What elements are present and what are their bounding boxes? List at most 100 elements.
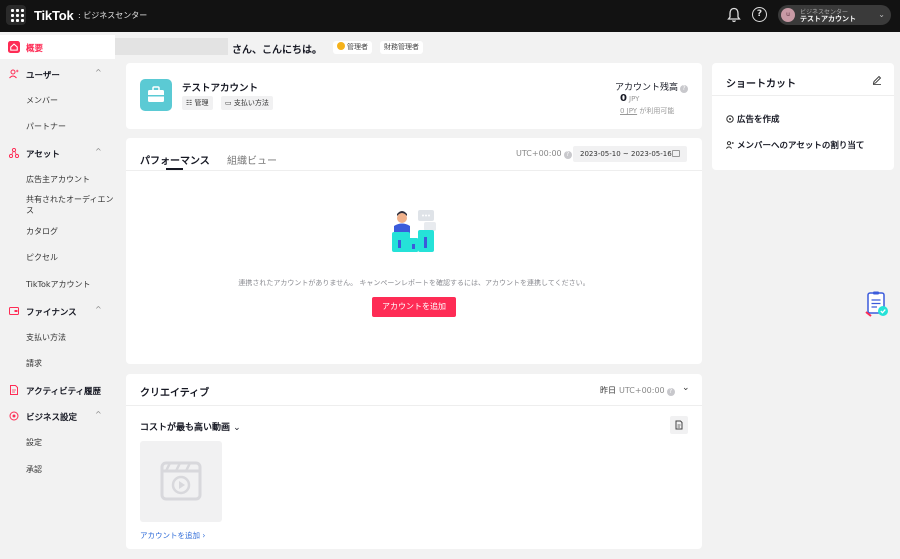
manage-button-label: 管理 [194,99,209,107]
sidebar-item-label: 概要 [26,44,44,54]
date-range-picker[interactable]: 2023-05-10 ~ 2023-05-16 [573,146,687,162]
sidebar-item-users[interactable]: ユーザー ^ [0,62,115,86]
avatar: u [781,8,795,22]
creative-title: クリエイティブ [140,388,210,399]
add-account-button[interactable]: アカウントを追加 [372,297,456,317]
sidebar-item-settings[interactable]: 設定 [26,437,42,448]
video-icon [160,461,202,501]
timezone-text: UTC+00:00 [516,149,562,158]
sidebar-item-ad-accounts[interactable]: 広告主アカウント [26,174,90,185]
sidebar-item-finance[interactable]: ファイナンス ^ [0,299,115,323]
sidebar-item-members[interactable]: メンバー [26,95,58,106]
assets-icon [9,148,19,158]
help-icon[interactable]: ? [680,85,688,93]
sidebar-item-label: アクティビティ履歴 [26,387,102,397]
list-icon: ☷ [186,99,193,107]
period-label: 昨日 [600,386,616,395]
edit-icon[interactable] [872,75,882,85]
divider [126,405,702,406]
shortcut-assign-assets[interactable]: メンバーへのアセットの割り当て [725,139,865,151]
sidebar-item-assets[interactable]: アセット ^ [0,141,115,165]
greeting-name-placeholder [115,38,228,55]
sidebar-item-catalogs[interactable]: カタログ [26,226,58,237]
users-icon [9,69,19,79]
crown-icon [337,42,345,50]
sidebar-item-label: ビジネス設定 [26,413,78,423]
wallet-icon [9,307,19,315]
payment-button-label: 支払い方法 [233,99,269,107]
chevron-down-icon: ⌄ [233,423,241,433]
creative-card: クリエイティブ 昨日 UTC+00:00? ⌄ コストが最も高い動画 ⌄ アカウン… [126,374,702,549]
sidebar-item-invoices[interactable]: 請求 [26,358,42,369]
sidebar-item-partners[interactable]: パートナー [26,121,66,132]
tiktok-logo[interactable]: TikTok [34,8,74,23]
empty-state-illustration [392,210,436,252]
greeting-text: さん、こんにちは。 [232,45,322,56]
logo-subtitle: : ビジネスセンター [78,11,148,20]
sidebar-item-label: ファイナンス [26,308,77,318]
account-switcher[interactable]: u ビジネスセンター テストアカウント ⌄ [778,5,891,25]
shortcut-card: ショートカット 広告を作成 メンバーへのアセットの割り当て [712,63,894,170]
balance-label-text: アカウント残高 [614,83,678,93]
add-account-link[interactable]: アカウントを追加 › [140,530,205,541]
bell-icon[interactable] [727,7,741,23]
shortcut-label: メンバーへのアセットの割り当て [737,141,865,151]
balance-value: 0 [620,93,627,104]
sidebar-item-tiktok-accounts[interactable]: TikTokアカウント [26,279,91,290]
home-icon [8,41,20,53]
available-suffix: が利用可能 [637,107,675,115]
sidebar-item-overview[interactable]: 概要 [0,35,115,59]
briefcase-icon [140,79,172,111]
empty-state-message: 連携されたアカウントがありません。 キャンペーンレポートを確認するには、アカウン… [238,279,590,287]
chevron-down-icon[interactable]: ⌄ [682,383,690,393]
clipboard-helper-icon[interactable] [862,290,890,318]
balance-label: アカウント残高? [615,80,688,93]
sidebar-item-business-settings[interactable]: ビジネス設定 ^ [0,404,115,428]
timezone-text: UTC+00:00 [619,386,665,395]
chevron-up-icon: ^ [95,68,102,77]
help-icon[interactable]: ? [666,388,675,396]
report-icon[interactable] [670,416,688,434]
role-label: 財務管理者 [384,43,419,51]
role-badge-finance: 財務管理者 [380,41,423,54]
document-icon [10,385,18,395]
calendar-icon [672,150,680,157]
chevron-up-icon: ^ [95,410,102,419]
top-bar: TikTok : ビジネスセンター ? u ビジネスセンター テストアカウント … [0,0,900,32]
shortcut-title: ショートカット [726,79,796,90]
sidebar-item-approvals[interactable]: 承認 [26,464,42,475]
top-cost-video-selector[interactable]: コストが最も高い動画 ⌄ [140,420,241,433]
manage-button[interactable]: ☷ 管理 [182,96,213,110]
account-card: テストアカウント ☷ 管理 ▭ 支払い方法 アカウント残高? 0 JPY 0 J… [126,63,702,129]
tab-organization-view[interactable]: 組織ビュー [227,152,277,167]
sidebar-item-activity-log[interactable]: アクティビティ履歴 [0,378,115,402]
sidebar-item-label: ス [26,206,34,215]
divider [712,95,894,96]
performance-card: パフォーマンス 組織ビュー UTC+00:00? 2023-05-10 ~ 20… [126,138,702,364]
available-amount: 0 JPY [620,107,638,115]
chevron-up-icon: ^ [95,147,102,156]
help-icon[interactable]: ? [752,7,767,22]
sidebar-item-payment-methods[interactable]: 支払い方法 [26,332,66,343]
timezone-label: UTC+00:00? [516,149,572,159]
settings-icon [9,411,19,421]
sidebar-item-shared-audiences[interactable]: 共有されたオーディエン ス [26,194,113,216]
sidebar-item-label: アセット [26,150,60,160]
tab-performance[interactable]: パフォーマンス [140,152,210,167]
user-plus-icon [725,141,734,149]
app-grid-icon[interactable] [6,5,26,25]
video-placeholder [140,441,222,522]
shortcut-create-ad[interactable]: 広告を作成 [726,113,780,125]
sidebar-item-label: 共有されたオーディエン [26,195,114,204]
card-icon: ▭ [225,99,232,107]
help-icon[interactable]: ? [563,151,572,159]
creative-period-selector[interactable]: 昨日 UTC+00:00? [600,385,675,396]
balance-currency: JPY [629,95,640,103]
payment-method-button[interactable]: ▭ 支払い方法 [221,96,273,110]
top-cost-video-label: コストが最も高い動画 [140,423,231,433]
role-label: 管理者 [347,43,368,51]
sidebar-item-pixels[interactable]: ピクセル [26,252,58,263]
role-badge-admin: 管理者 [333,41,372,54]
chevron-up-icon: ^ [95,305,102,314]
chevron-down-icon: ⌄ [878,10,885,19]
